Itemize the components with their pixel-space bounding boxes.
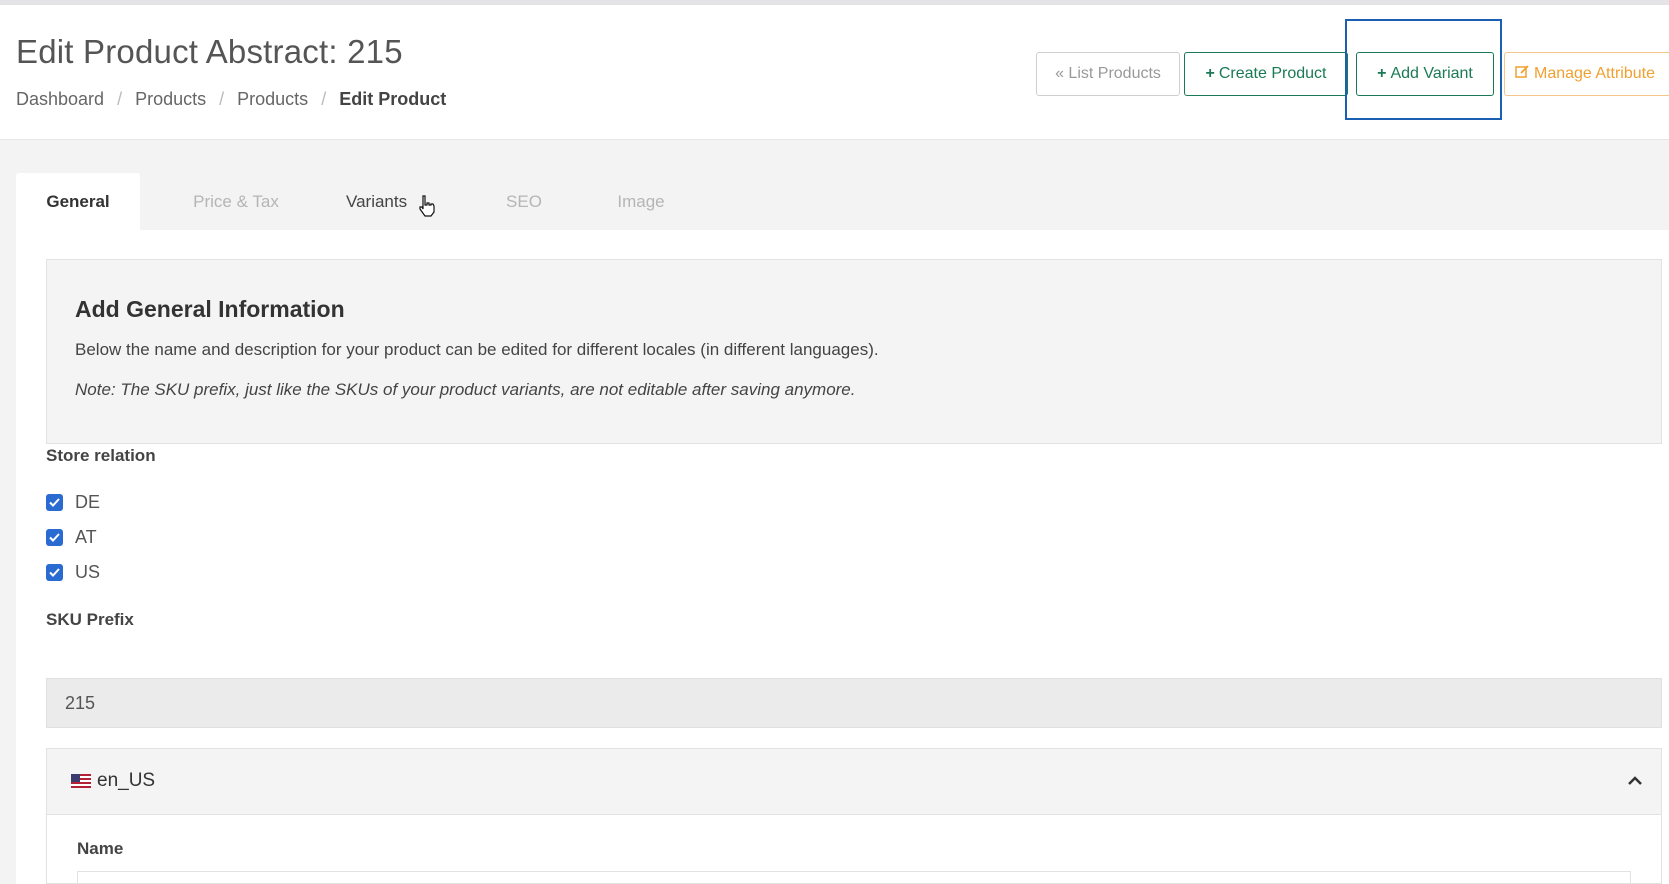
chevron-up-icon[interactable] [1627, 773, 1643, 791]
manage-attributes-label: Manage Attribute [1534, 65, 1655, 82]
breadcrumb-dashboard[interactable]: Dashboard [16, 89, 104, 110]
store-relation-label: Store relation [46, 446, 156, 465]
info-note: Note: The SKU prefix, just like the SKUs… [75, 380, 856, 399]
plus-icon: + [1205, 65, 1215, 82]
add-variant-button[interactable]: + Add Variant [1356, 52, 1494, 96]
breadcrumb-separator: / [321, 89, 327, 109]
breadcrumb-separator: / [117, 89, 123, 109]
store-at-label: AT [75, 527, 97, 547]
breadcrumb-products-list[interactable]: Products [237, 89, 308, 110]
create-product-button[interactable]: + Create Product [1184, 52, 1348, 96]
create-product-label: Create Product [1218, 65, 1327, 82]
checkbox-checked-icon[interactable] [46, 564, 63, 581]
store-us-label: US [75, 562, 101, 582]
breadcrumb-separator: / [219, 89, 225, 109]
store-de-label: DE [75, 492, 101, 512]
store-at-option[interactable]: AT [46, 527, 97, 548]
locale-header[interactable]: en_US [47, 749, 1661, 815]
us-flag-icon [71, 774, 91, 793]
page-title: Edit Product Abstract: 215 [16, 33, 403, 70]
tab-seo[interactable]: SEO [494, 173, 554, 230]
list-products-label: « List Products [1055, 65, 1161, 82]
sku-prefix-field: 215 [46, 678, 1662, 728]
add-variant-label: Add Variant [1390, 65, 1473, 82]
list-products-button[interactable]: « List Products [1036, 52, 1180, 96]
name-input[interactable] [77, 871, 1631, 884]
edit-icon [1515, 64, 1530, 84]
info-title: Add General Information [75, 296, 345, 322]
locale-label: en_US [97, 770, 156, 791]
manage-attributes-button[interactable]: Manage Attribute [1504, 52, 1669, 96]
locale-section: en_US Name [46, 748, 1662, 884]
page-header: Edit Product Abstract: 215 Dashboard / P… [0, 5, 1669, 140]
name-label: Name [77, 839, 124, 858]
store-de-option[interactable]: DE [46, 492, 100, 513]
tab-image[interactable]: Image [601, 173, 681, 230]
tab-price-tax[interactable]: Price & Tax [171, 173, 301, 230]
tab-bar: General Price & Tax Variants SEO Image [16, 173, 1669, 230]
breadcrumb-products[interactable]: Products [135, 89, 206, 110]
checkbox-checked-icon[interactable] [46, 529, 63, 546]
sku-prefix-label: SKU Prefix [46, 610, 134, 629]
store-us-option[interactable]: US [46, 562, 100, 583]
breadcrumb: Dashboard / Products / Products / Edit P… [16, 89, 446, 110]
plus-icon: + [1377, 65, 1387, 82]
checkbox-checked-icon[interactable] [46, 494, 63, 511]
hand-cursor-icon [418, 195, 436, 222]
breadcrumb-edit-product: Edit Product [339, 89, 447, 109]
tab-general[interactable]: General [16, 173, 140, 230]
general-info-box: Add General Information Below the name a… [46, 259, 1662, 444]
info-description: Below the name and description for your … [75, 340, 879, 359]
general-panel: Add General Information Below the name a… [16, 230, 1669, 884]
